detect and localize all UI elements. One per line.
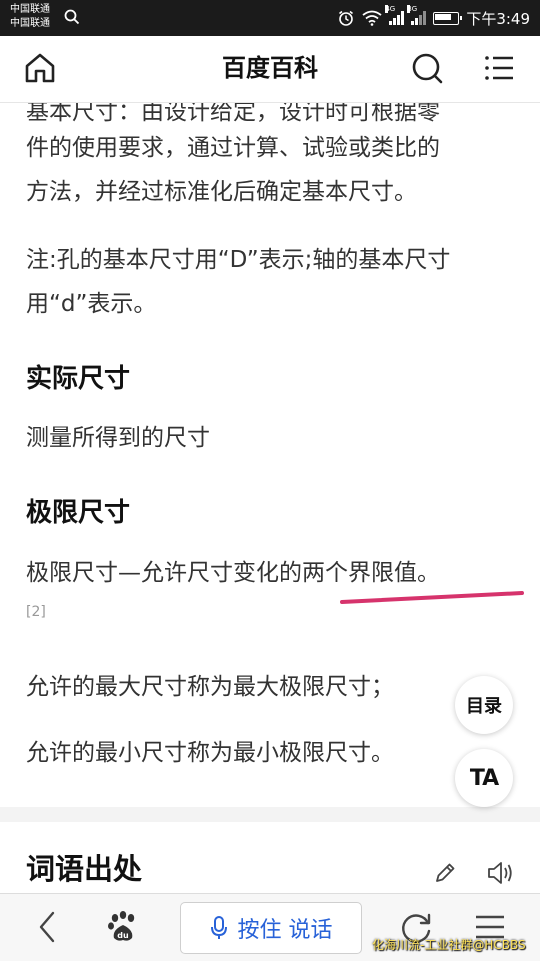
wifi-icon: [362, 10, 382, 26]
app-header: 百度百科: [0, 36, 540, 103]
toc-button[interactable]: 目录: [455, 676, 513, 734]
section-title: 词语出处: [26, 852, 143, 886]
signal-icon: 3G: [407, 5, 427, 25]
search-icon: [64, 9, 80, 25]
search-button[interactable]: [409, 50, 445, 86]
paragraph-min-size: 允许的最小尺寸称为最小极限尺寸。: [26, 740, 394, 766]
svg-text:du: du: [117, 931, 129, 940]
network-type: 4G: [385, 5, 396, 13]
signal-icon: 4G: [385, 5, 405, 25]
battery-icon: [433, 11, 463, 25]
watermark: 化海川流-工业社群@HCBBS: [372, 938, 526, 952]
voice-button-label: 按住 说话: [237, 918, 333, 943]
bottom-toolbar: du 按住 说话 化海川流-工业社群@HCBBS: [0, 893, 540, 961]
page-title: 百度百科: [222, 54, 318, 82]
pencil-icon[interactable]: [432, 860, 458, 886]
font-size-button[interactable]: TA: [455, 749, 513, 807]
carrier-info: 中国联通 中国联通: [10, 3, 50, 31]
home-icon: [25, 53, 55, 83]
alarm-icon: [339, 10, 354, 26]
status-indicators: 4G 3G 下午3:49: [337, 0, 530, 36]
baidu-paw-icon[interactable]: du: [106, 910, 140, 944]
microphone-icon: [210, 916, 227, 939]
carrier-name: 中国联通: [10, 4, 50, 15]
menu-icon: [485, 56, 513, 80]
home-button[interactable]: [22, 50, 58, 86]
clock: 下午3:49: [466, 9, 530, 28]
carrier-name: 中国联通: [10, 18, 50, 29]
voice-input-button[interactable]: 按住 说话: [180, 902, 362, 954]
section-card: 词语出处: [0, 822, 540, 902]
network-type: 3G: [407, 5, 418, 13]
speaker-icon[interactable]: [486, 860, 516, 886]
status-bar: 中国联通 中国联通 4G 3G 下午3:49: [0, 0, 540, 36]
chevron-left-icon[interactable]: [34, 909, 62, 945]
handwritten-underline: [340, 591, 524, 604]
search-icon: [412, 53, 443, 84]
paragraph-max-size: 允许的最大尺寸称为最大极限尺寸；: [26, 674, 394, 700]
reference-link[interactable]: [2]: [26, 604, 46, 620]
menu-button[interactable]: [482, 50, 518, 86]
